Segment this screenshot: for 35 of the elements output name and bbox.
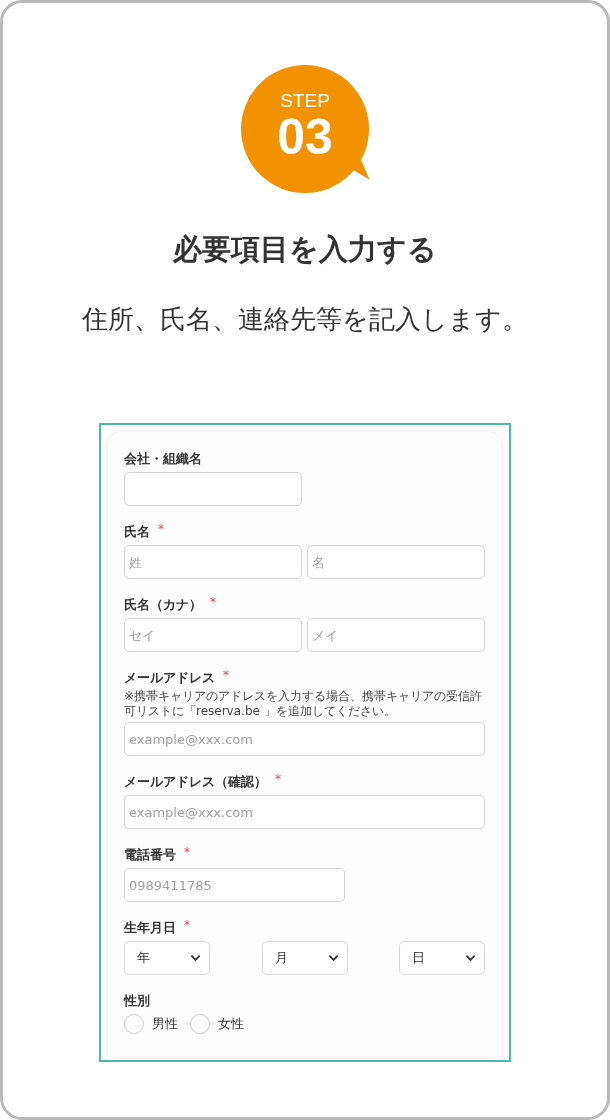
- required-mark: *: [158, 523, 164, 535]
- field-note: ※携帯キャリアのアドレスを入力する場合、携帯キャリアの受信許可リストに「reserva.be 」を追加してください。: [124, 689, 484, 719]
- radio-label[interactable]: 男性: [152, 1015, 178, 1033]
- step-title: 必要項目を入力する: [173, 231, 437, 268]
- field-label: メールアドレス: [124, 669, 215, 687]
- input-field[interactable]: example@xxx.com: [124, 795, 485, 829]
- select-field[interactable]: 月: [261, 941, 348, 975]
- select-field[interactable]: 日: [399, 941, 485, 975]
- field-label: 生年月日: [124, 919, 176, 937]
- required-mark: *: [275, 773, 281, 785]
- field-label: 会社・組織名: [124, 450, 202, 468]
- field-label: 性別: [124, 992, 150, 1010]
- chevron-down-icon: [327, 954, 339, 962]
- radio-button[interactable]: [190, 1014, 210, 1034]
- radio-button[interactable]: [124, 1014, 144, 1034]
- required-mark: *: [210, 596, 216, 608]
- step-description: 住所、氏名、連絡先等を記入します。: [82, 303, 528, 336]
- field-label: 電話番号: [124, 846, 176, 864]
- chevron-down-icon: [465, 954, 476, 962]
- input-field[interactable]: セイ: [124, 618, 302, 652]
- chevron-down-icon: [190, 954, 201, 962]
- input-field[interactable]: [124, 472, 302, 506]
- field-label: メールアドレス（確認）: [124, 773, 267, 791]
- required-mark: *: [184, 919, 190, 931]
- input-field[interactable]: example@xxx.com: [124, 722, 485, 756]
- select-field[interactable]: 年: [124, 941, 210, 975]
- input-field[interactable]: 姓: [124, 545, 302, 579]
- radio-label[interactable]: 女性: [218, 1015, 244, 1033]
- required-mark: *: [223, 669, 229, 681]
- required-mark: *: [184, 846, 190, 858]
- field-label: 氏名（カナ）: [124, 596, 202, 614]
- field-label: 氏名: [124, 523, 150, 541]
- input-field[interactable]: 0989411785: [124, 868, 345, 902]
- input-field[interactable]: 名: [307, 545, 485, 579]
- input-field[interactable]: メイ: [307, 618, 485, 652]
